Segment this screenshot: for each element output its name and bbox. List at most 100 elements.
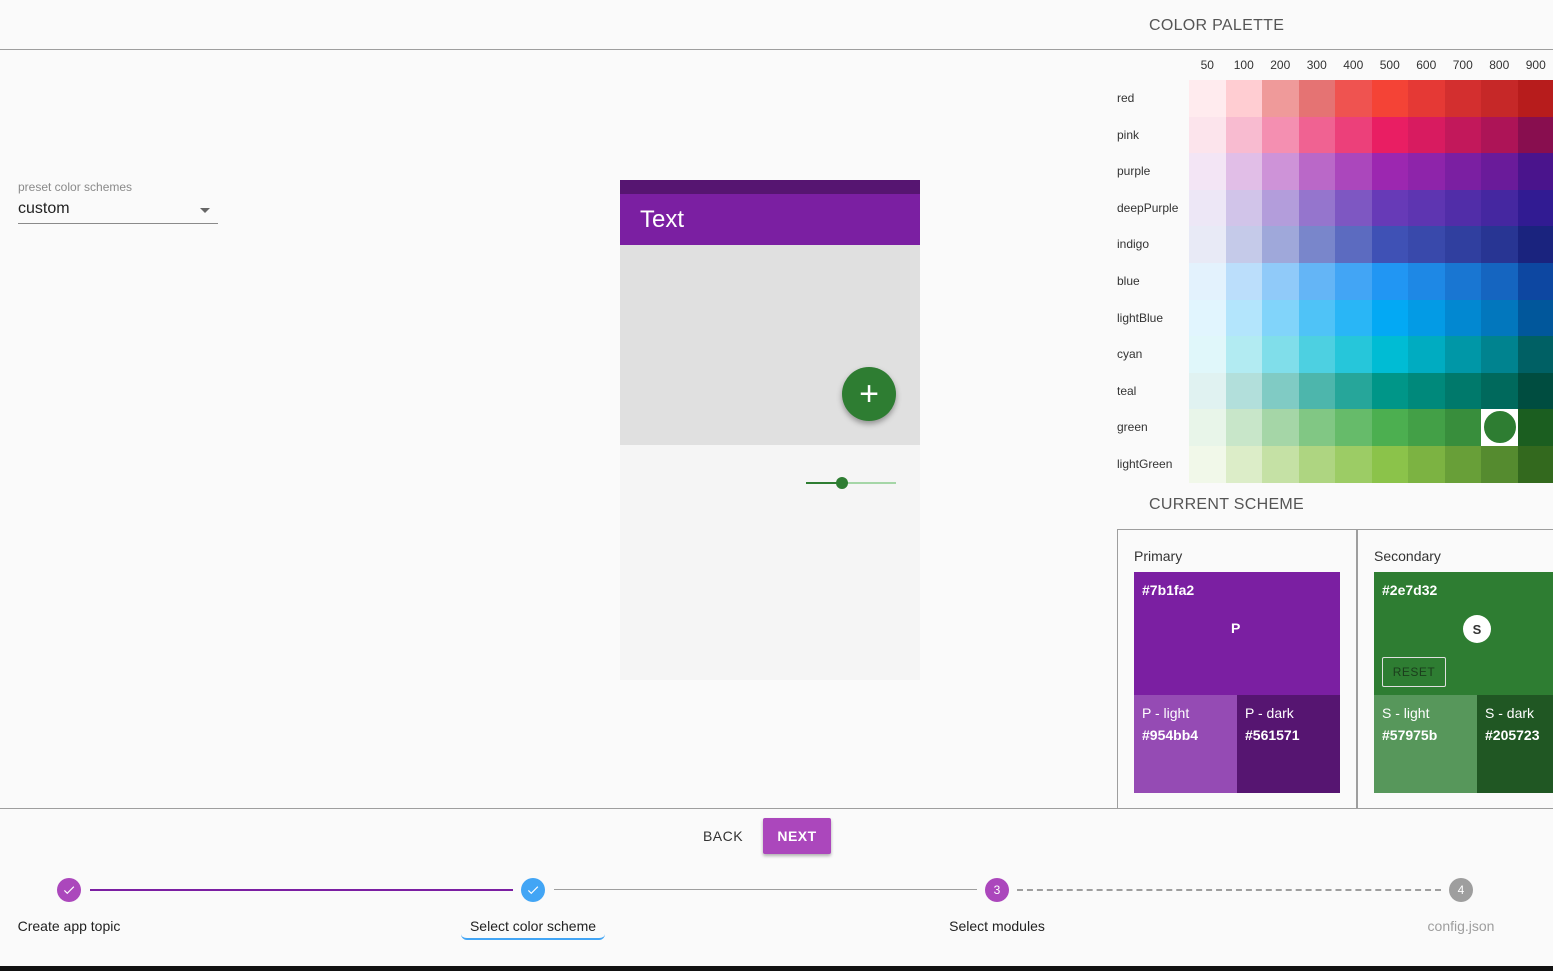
swatch-teal-500[interactable] <box>1371 372 1408 410</box>
swatch-teal-300[interactable] <box>1298 372 1335 410</box>
reset-button[interactable]: RESET <box>1382 657 1446 687</box>
swatch-green-100[interactable] <box>1225 409 1262 446</box>
swatch-teal-900[interactable] <box>1517 372 1553 410</box>
preset-select[interactable]: custom <box>18 200 218 224</box>
swatch-deepPurple-200[interactable] <box>1262 189 1299 227</box>
swatch-green-700[interactable] <box>1444 409 1481 446</box>
swatch-blue-900[interactable] <box>1517 263 1553 300</box>
swatch-cyan-800[interactable] <box>1481 336 1518 373</box>
preview-fab[interactable]: + <box>842 367 896 421</box>
swatch-lightBlue-700[interactable] <box>1444 299 1481 337</box>
swatch-deepPurple-600[interactable] <box>1408 189 1445 227</box>
swatch-pink-50[interactable] <box>1189 116 1226 154</box>
back-button[interactable]: BACK <box>691 818 755 854</box>
swatch-cyan-500[interactable] <box>1371 336 1408 373</box>
swatch-lightGreen-400[interactable] <box>1335 446 1372 483</box>
swatch-green-600[interactable] <box>1408 409 1445 446</box>
swatch-lightGreen-100[interactable] <box>1225 446 1262 483</box>
swatch-purple-300[interactable] <box>1298 153 1335 190</box>
swatch-pink-500[interactable] <box>1371 116 1408 154</box>
swatch-blue-700[interactable] <box>1444 263 1481 300</box>
swatch-lightGreen-200[interactable] <box>1262 446 1299 483</box>
swatch-deepPurple-900[interactable] <box>1517 189 1553 227</box>
swatch-indigo-500[interactable] <box>1371 226 1408 263</box>
swatch-purple-50[interactable] <box>1189 153 1226 190</box>
swatch-deepPurple-700[interactable] <box>1444 189 1481 227</box>
swatch-green-200[interactable] <box>1262 409 1299 446</box>
swatch-teal-800[interactable] <box>1481 372 1518 410</box>
swatch-lightBlue-200[interactable] <box>1262 299 1299 337</box>
swatch-pink-700[interactable] <box>1444 116 1481 154</box>
swatch-red-600[interactable] <box>1408 80 1445 117</box>
swatch-lightBlue-800[interactable] <box>1481 299 1518 337</box>
swatch-green-400[interactable] <box>1335 409 1372 446</box>
swatch-red-50[interactable] <box>1189 80 1226 117</box>
swatch-pink-400[interactable] <box>1335 116 1372 154</box>
swatch-teal-200[interactable] <box>1262 372 1299 410</box>
swatch-cyan-400[interactable] <box>1335 336 1372 373</box>
swatch-deepPurple-500[interactable] <box>1371 189 1408 227</box>
preview-slider[interactable] <box>806 477 896 489</box>
swatch-indigo-700[interactable] <box>1444 226 1481 263</box>
swatch-indigo-300[interactable] <box>1298 226 1335 263</box>
swatch-green-50[interactable] <box>1189 409 1226 446</box>
swatch-purple-500[interactable] <box>1371 153 1408 190</box>
swatch-indigo-50[interactable] <box>1189 226 1226 263</box>
slider-thumb[interactable] <box>836 477 848 489</box>
swatch-red-200[interactable] <box>1262 80 1299 117</box>
swatch-purple-600[interactable] <box>1408 153 1445 190</box>
swatch-pink-100[interactable] <box>1225 116 1262 154</box>
swatch-blue-600[interactable] <box>1408 263 1445 300</box>
swatch-lightBlue-100[interactable] <box>1225 299 1262 337</box>
swatch-blue-800[interactable] <box>1481 263 1518 300</box>
swatch-indigo-600[interactable] <box>1408 226 1445 263</box>
step-4-label[interactable]: config.json <box>1361 918 1553 934</box>
swatch-indigo-100[interactable] <box>1225 226 1262 263</box>
swatch-lightGreen-800[interactable] <box>1481 446 1518 483</box>
swatch-lightBlue-300[interactable] <box>1298 299 1335 337</box>
swatch-cyan-300[interactable] <box>1298 336 1335 373</box>
swatch-blue-50[interactable] <box>1189 263 1226 300</box>
swatch-purple-700[interactable] <box>1444 153 1481 190</box>
swatch-lightGreen-500[interactable] <box>1371 446 1408 483</box>
swatch-blue-400[interactable] <box>1335 263 1372 300</box>
swatch-lightGreen-300[interactable] <box>1298 446 1335 483</box>
swatch-lightGreen-900[interactable] <box>1517 446 1553 483</box>
step-3-label[interactable]: Select modules <box>897 918 1097 934</box>
swatch-indigo-400[interactable] <box>1335 226 1372 263</box>
swatch-green-900[interactable] <box>1517 409 1553 446</box>
swatch-lightBlue-900[interactable] <box>1517 299 1553 337</box>
swatch-indigo-800[interactable] <box>1481 226 1518 263</box>
step-2-label[interactable]: Select color scheme <box>433 918 633 934</box>
step-3-number[interactable]: 3 <box>985 878 1009 902</box>
swatch-lightBlue-400[interactable] <box>1335 299 1372 337</box>
step-1-check-icon[interactable] <box>57 878 81 902</box>
swatch-lightGreen-50[interactable] <box>1189 446 1226 483</box>
swatch-teal-400[interactable] <box>1335 372 1372 410</box>
step-2-check-icon[interactable] <box>521 878 545 902</box>
swatch-blue-300[interactable] <box>1298 263 1335 300</box>
swatch-red-700[interactable] <box>1444 80 1481 117</box>
swatch-lightBlue-500[interactable] <box>1371 299 1408 337</box>
swatch-red-500[interactable] <box>1371 80 1408 117</box>
swatch-teal-700[interactable] <box>1444 372 1481 410</box>
swatch-pink-800[interactable] <box>1481 116 1518 154</box>
next-button[interactable]: NEXT <box>763 818 831 854</box>
swatch-purple-800[interactable] <box>1481 153 1518 190</box>
swatch-cyan-700[interactable] <box>1444 336 1481 373</box>
primary-main-swatch[interactable]: #7b1fa2 P <box>1134 572 1340 695</box>
swatch-cyan-900[interactable] <box>1517 336 1553 373</box>
swatch-teal-100[interactable] <box>1225 372 1262 410</box>
dropdown-arrow-icon[interactable] <box>200 208 210 213</box>
swatch-purple-200[interactable] <box>1262 153 1299 190</box>
swatch-purple-900[interactable] <box>1517 153 1553 190</box>
swatch-lightGreen-700[interactable] <box>1444 446 1481 483</box>
swatch-blue-200[interactable] <box>1262 263 1299 300</box>
swatch-deepPurple-400[interactable] <box>1335 189 1372 227</box>
swatch-green-800[interactable] <box>1481 409 1518 446</box>
swatch-cyan-100[interactable] <box>1225 336 1262 373</box>
swatch-indigo-900[interactable] <box>1517 226 1553 263</box>
swatch-teal-600[interactable] <box>1408 372 1445 410</box>
swatch-red-100[interactable] <box>1225 80 1262 117</box>
preset-scheme-selector[interactable]: preset color schemes custom <box>18 180 218 224</box>
